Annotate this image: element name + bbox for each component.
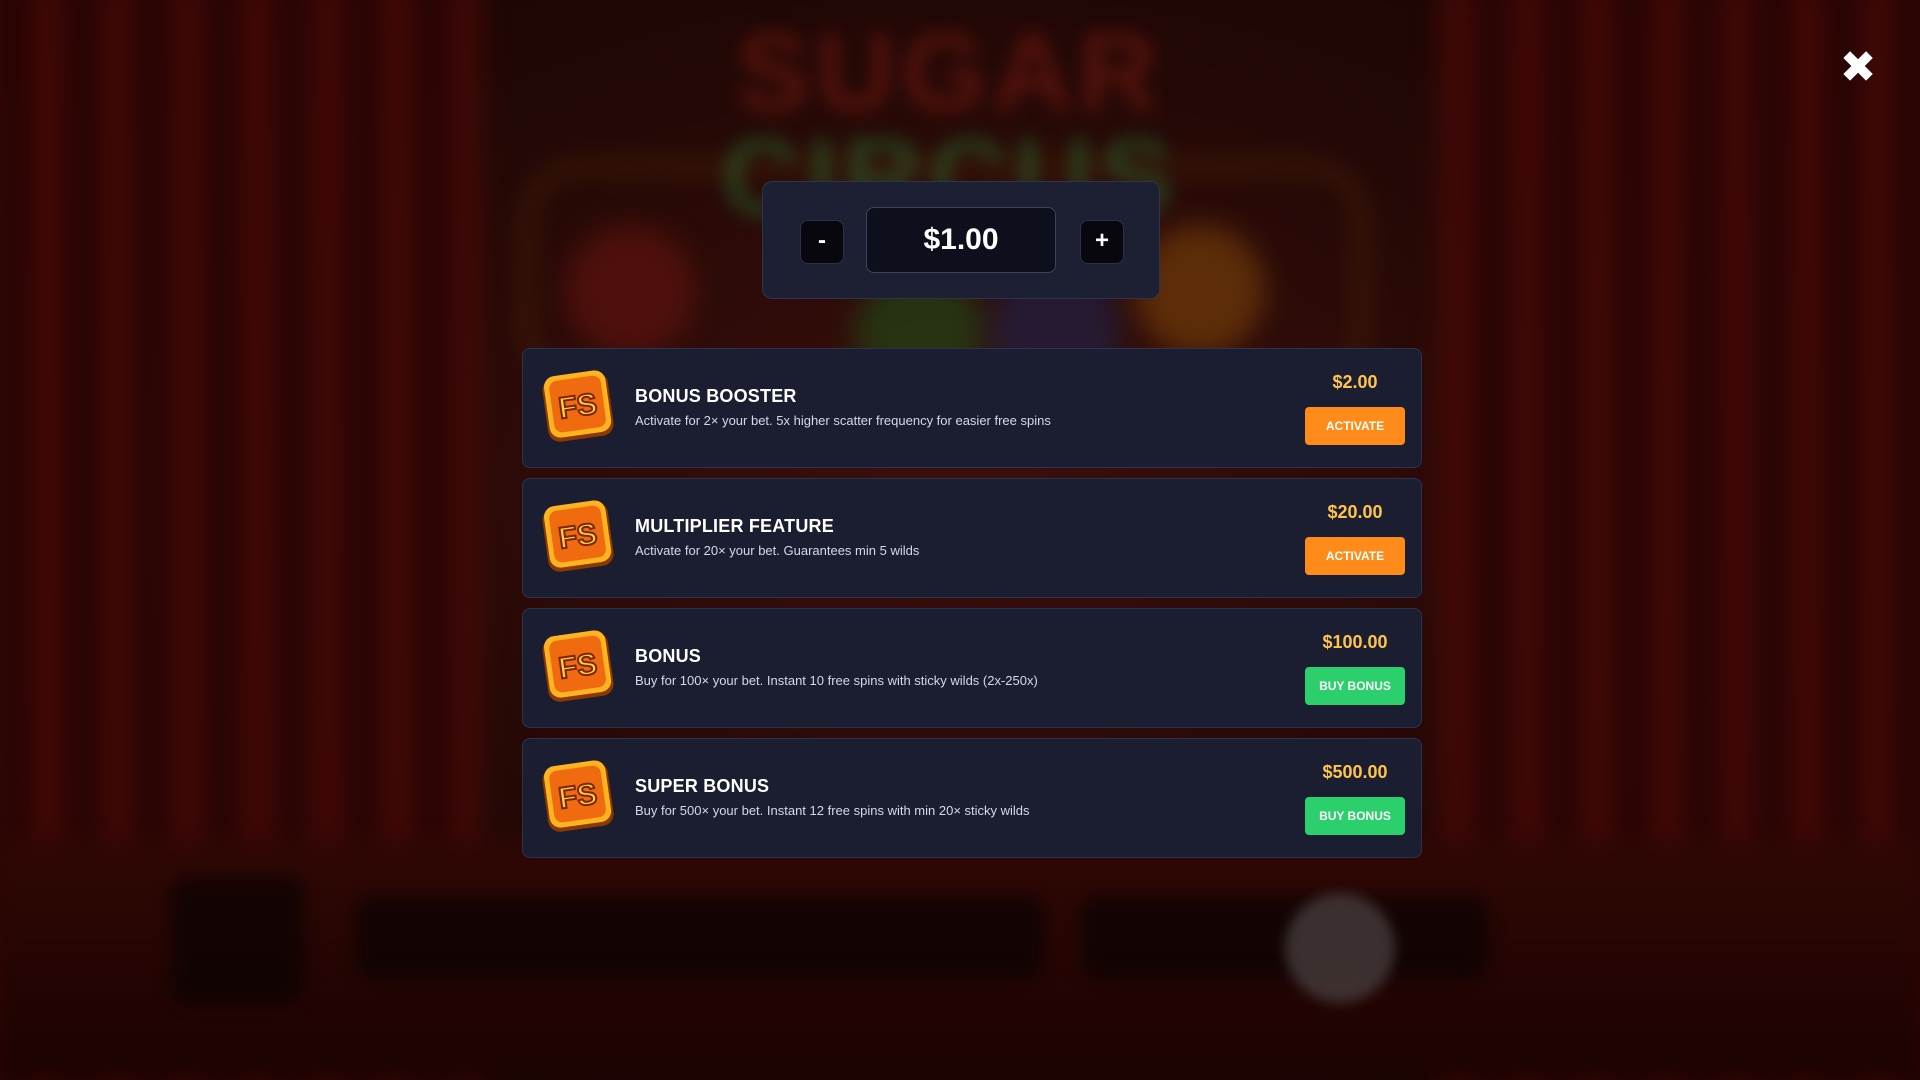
bet-amount-display: $1.00	[866, 207, 1056, 273]
activate-button[interactable]: ACTIVATE	[1305, 407, 1405, 445]
fs-icon: FS	[542, 500, 614, 572]
feature-card-super-bonus: FS SUPER BONUS Buy for 500× your bet. In…	[522, 738, 1422, 858]
feature-card-multiplier-feature: FS MULTIPLIER FEATURE Activate for 20× y…	[522, 478, 1422, 598]
buy-bonus-button[interactable]: BUY BONUS	[1305, 797, 1405, 835]
feature-description: Buy for 500× your bet. Instant 12 free s…	[635, 803, 1030, 818]
feature-title: SUPER BONUS	[635, 776, 770, 796]
feature-description: Buy for 100× your bet. Instant 10 free s…	[635, 673, 1038, 688]
svg-text:FS: FS	[557, 647, 600, 685]
increase-bet-button[interactable]: +	[1080, 220, 1124, 264]
feature-price: $500.00	[1322, 762, 1388, 782]
close-icon[interactable]: ✖	[1838, 46, 1878, 90]
feature-price: $2.00	[1332, 372, 1378, 392]
fs-icon: FS	[542, 630, 614, 702]
bonus-feature-list: FS BONUS BOOSTER Activate for 2× your be…	[522, 348, 1422, 868]
feature-price: $20.00	[1327, 502, 1383, 522]
feature-description: Activate for 20× your bet. Guarantees mi…	[635, 543, 920, 558]
buy-bonus-button[interactable]: BUY BONUS	[1305, 667, 1405, 705]
feature-price: $100.00	[1322, 632, 1388, 652]
decrease-bet-button[interactable]: -	[800, 220, 844, 264]
fs-icon: FS	[542, 760, 614, 832]
svg-text:FS: FS	[557, 777, 600, 815]
feature-title: MULTIPLIER FEATURE	[635, 516, 834, 536]
feature-title: BONUS	[635, 646, 702, 666]
svg-text:FS: FS	[557, 387, 600, 425]
svg-text:FS: FS	[557, 517, 600, 555]
feature-description: Activate for 2× your bet. 5x higher scat…	[635, 413, 1051, 428]
feature-card-bonus: FS BONUS Buy for 100× your bet. Instant …	[522, 608, 1422, 728]
bet-selector: - $1.00 +	[762, 181, 1160, 299]
feature-title: BONUS BOOSTER	[635, 386, 797, 406]
fs-icon: FS	[542, 370, 614, 442]
activate-button[interactable]: ACTIVATE	[1305, 537, 1405, 575]
feature-card-bonus-booster: FS BONUS BOOSTER Activate for 2× your be…	[522, 348, 1422, 468]
